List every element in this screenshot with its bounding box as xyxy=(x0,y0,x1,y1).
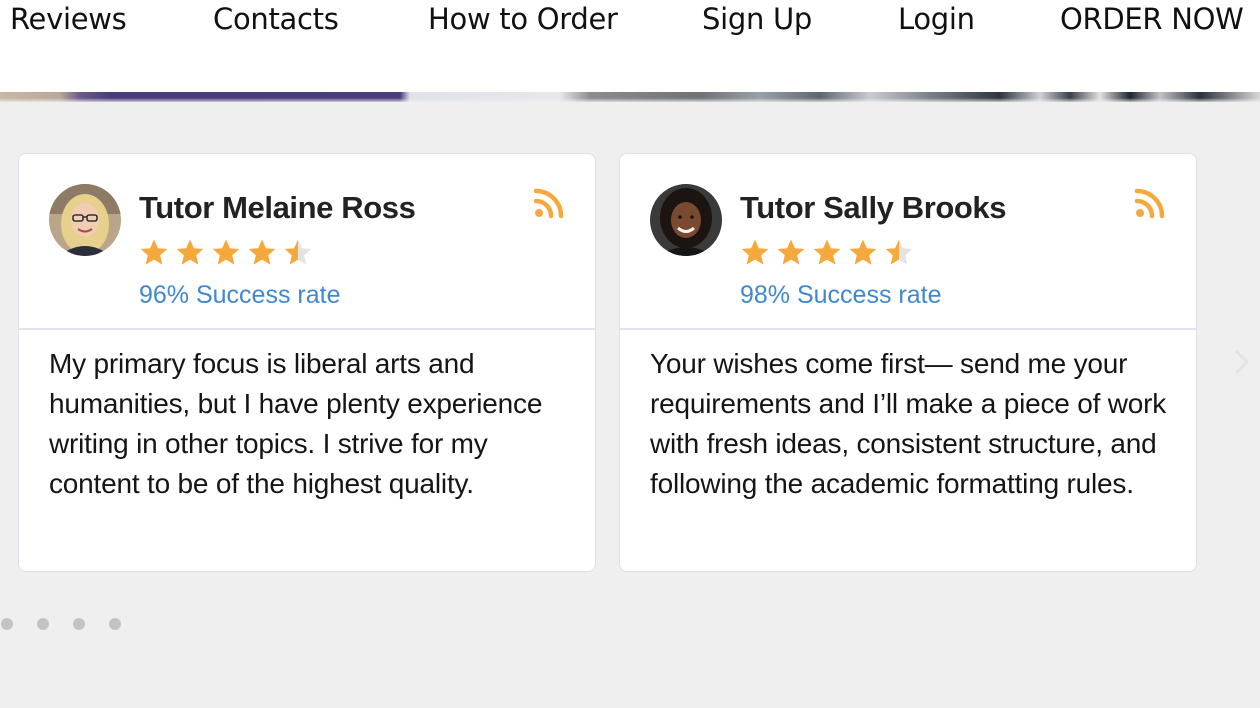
success-rate: 98% Success rate xyxy=(740,281,942,309)
tutor-description: My primary focus is liberal arts and hum… xyxy=(49,348,543,499)
nav-login[interactable]: Login xyxy=(898,0,975,38)
star-full-icon xyxy=(211,238,241,268)
tutor-avatar xyxy=(49,184,121,256)
divider xyxy=(19,328,595,330)
carousel-dot[interactable] xyxy=(109,618,121,630)
tutor-card-header: Tutor Melaine Ross 96% Success rate xyxy=(19,154,595,329)
star-full-icon xyxy=(740,238,770,268)
tutor-name: Tutor Sally Brooks xyxy=(740,190,1007,225)
star-full-icon xyxy=(812,238,842,268)
nav-how-to-order[interactable]: How to Order xyxy=(428,0,618,38)
star-full-icon xyxy=(247,238,277,268)
rating-stars xyxy=(139,238,319,270)
carousel-dot[interactable] xyxy=(1,618,13,630)
top-navigation: Reviews Contacts How to Order Sign Up Lo… xyxy=(0,0,1260,92)
carousel-dot[interactable] xyxy=(73,618,85,630)
divider xyxy=(620,328,1196,330)
nav-sign-up[interactable]: Sign Up xyxy=(702,0,812,38)
tutor-description: Your wishes come first— send me your req… xyxy=(650,348,1167,499)
carousel-dot[interactable] xyxy=(37,618,49,630)
nav-order-now[interactable]: ORDER NOW xyxy=(1060,0,1244,38)
star-full-icon xyxy=(139,238,169,268)
tutor-card-header: Tutor Sally Brooks 98% Success rate xyxy=(620,154,1196,329)
star-full-icon xyxy=(175,238,205,268)
carousel-pagination xyxy=(0,618,140,632)
rss-feed-icon[interactable] xyxy=(1134,187,1166,219)
tutor-card: Tutor Melaine Ross 96% Success rate My p… xyxy=(18,153,596,572)
rss-feed-icon[interactable] xyxy=(533,187,565,219)
tutor-avatar xyxy=(650,184,722,256)
rating-stars xyxy=(740,238,920,270)
star-half-icon xyxy=(283,238,313,268)
nav-reviews[interactable]: Reviews xyxy=(10,0,127,38)
star-half-icon xyxy=(884,238,914,268)
carousel-next-arrow-icon[interactable] xyxy=(1232,348,1252,376)
success-rate: 96% Success rate xyxy=(139,281,341,309)
tutor-card: Tutor Sally Brooks 98% Success rate Your… xyxy=(619,153,1197,572)
nav-contacts[interactable]: Contacts xyxy=(213,0,339,38)
star-full-icon xyxy=(776,238,806,268)
star-full-icon xyxy=(848,238,878,268)
hero-banner-edge xyxy=(0,92,1260,102)
tutor-name: Tutor Melaine Ross xyxy=(139,190,416,225)
